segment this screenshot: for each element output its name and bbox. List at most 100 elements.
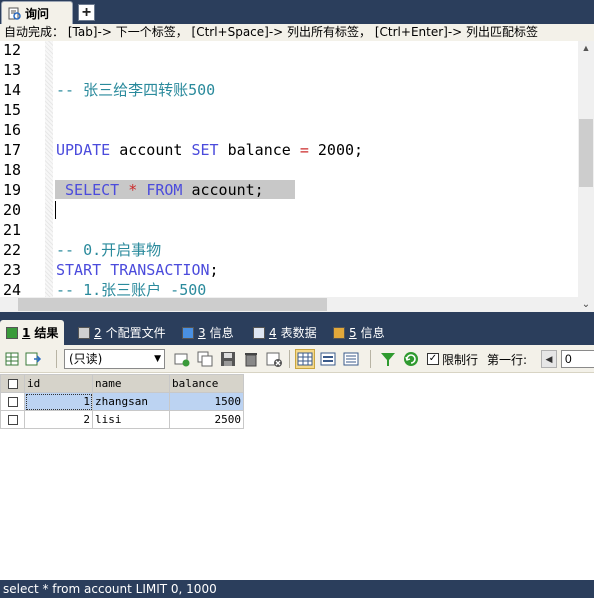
code-line: 17 UPDATE account SET balance = 2000; bbox=[0, 140, 578, 160]
line-number: 19 bbox=[3, 181, 22, 199]
editor-vertical-scrollbar[interactable]: ▲ bbox=[578, 41, 594, 297]
grid-header-row: id name balance bbox=[0, 374, 244, 393]
info-icon bbox=[182, 326, 194, 339]
select-all-checkbox[interactable] bbox=[7, 379, 18, 389]
cell-name[interactable]: zhangsan bbox=[92, 392, 170, 411]
table-data-icon bbox=[253, 326, 265, 339]
cell-balance[interactable]: 2500 bbox=[169, 410, 244, 429]
row-checkbox[interactable] bbox=[7, 397, 18, 407]
duplicate-row-icon[interactable] bbox=[196, 350, 214, 368]
scroll-down-icon[interactable]: ⌄ bbox=[578, 297, 594, 312]
code-text: START TRANSACTION; bbox=[56, 260, 219, 280]
result-tab-number: 5 bbox=[349, 325, 357, 340]
code-line: 24 -- 1.张三账户 -500 bbox=[0, 280, 578, 297]
delete-icon[interactable] bbox=[242, 350, 260, 368]
row-checkbox[interactable] bbox=[7, 415, 18, 425]
scroll-up-icon[interactable]: ▲ bbox=[578, 41, 594, 55]
cell-name[interactable]: lisi bbox=[92, 410, 170, 429]
add-query-tab-button[interactable]: + bbox=[78, 4, 95, 21]
line-number: 12 bbox=[3, 41, 22, 59]
code-line: 23 START TRANSACTION; bbox=[0, 260, 578, 280]
result-tab-number: 2 bbox=[94, 325, 102, 340]
status-bar: select * from account LIMIT 0, 1000 bbox=[0, 580, 594, 598]
horizontal-scroll-thumb[interactable] bbox=[18, 298, 327, 311]
table-row[interactable]: 1 zhangsan 1500 bbox=[0, 392, 244, 411]
line-number: 21 bbox=[3, 221, 22, 239]
code-line: 15 bbox=[0, 100, 578, 120]
readonly-select[interactable]: (只读) ▼ bbox=[64, 349, 165, 369]
row-select-cell[interactable] bbox=[0, 410, 25, 429]
code-text: SELECT * FROM account; bbox=[56, 180, 264, 200]
sql-operator: = bbox=[299, 141, 309, 159]
column-header-balance[interactable]: balance bbox=[169, 374, 244, 393]
query-icon bbox=[8, 7, 21, 20]
info-blocks-icon bbox=[333, 326, 345, 339]
line-number: 16 bbox=[3, 121, 22, 139]
chevron-down-icon: ▼ bbox=[154, 354, 161, 364]
sql-keyword: START bbox=[56, 261, 102, 279]
result-toolbar: (只读) ▼ ✓ 限制行 第一行: ◀ 0 bbox=[0, 345, 594, 373]
code-line: 22 -- 0.开启事物 bbox=[0, 240, 578, 260]
code-text: UPDATE account SET balance = 2000; bbox=[56, 140, 363, 160]
code-line: 21 bbox=[0, 220, 578, 240]
line-number: 20 bbox=[3, 201, 22, 219]
export-grid-icon[interactable] bbox=[4, 350, 22, 368]
grid-icon bbox=[6, 326, 18, 339]
vertical-scroll-thumb[interactable] bbox=[579, 119, 593, 187]
limit-rows-checkbox[interactable]: ✓ bbox=[427, 353, 439, 365]
sql-text: account bbox=[110, 141, 192, 159]
toolbar-separator bbox=[370, 350, 371, 368]
first-row-input[interactable]: 0 bbox=[561, 350, 594, 368]
result-tab-5[interactable]: 5 信息 bbox=[327, 320, 391, 345]
grid-view-icon[interactable] bbox=[295, 349, 315, 369]
sql-keyword: SELECT bbox=[65, 181, 120, 199]
line-number: 18 bbox=[3, 161, 22, 179]
row-select-cell[interactable] bbox=[0, 392, 25, 411]
table-row[interactable]: 2 lisi 2500 bbox=[0, 410, 244, 429]
cell-balance[interactable]: 1500 bbox=[169, 392, 244, 411]
line-number: 14 bbox=[3, 81, 22, 99]
result-tab-label: 信息 bbox=[360, 326, 385, 340]
result-tab-3[interactable]: 3 信息 bbox=[176, 320, 240, 345]
text-view-icon[interactable] bbox=[342, 350, 360, 368]
sql-operator: * bbox=[128, 181, 138, 199]
cancel-changes-icon[interactable] bbox=[265, 350, 283, 368]
result-tab-4[interactable]: 4 表数据 bbox=[247, 320, 323, 345]
result-tabs: 1 结果 2 个配置文件 3 信息 4 表数据 5 信息 bbox=[0, 317, 594, 345]
line-number: 17 bbox=[3, 141, 22, 159]
sql-editor[interactable]: 12 13 14 -- 张三给李四转账500 15 16 17 UPDATE account … bbox=[0, 41, 594, 297]
result-tab-number: 4 bbox=[269, 325, 277, 340]
select-all-cell[interactable] bbox=[0, 374, 25, 393]
sql-text: account; bbox=[182, 181, 264, 199]
scroll-corner: ⌄ bbox=[578, 297, 594, 312]
column-header-name[interactable]: name bbox=[92, 374, 170, 393]
line-number: 13 bbox=[3, 61, 22, 79]
cell-id[interactable]: 2 bbox=[24, 410, 93, 429]
form-view-icon[interactable] bbox=[319, 350, 337, 368]
query-tab[interactable]: 询问 bbox=[1, 1, 73, 24]
result-tab-label: 信息 bbox=[209, 326, 234, 340]
check-icon: ✓ bbox=[428, 353, 438, 364]
line-number: 22 bbox=[3, 241, 22, 259]
filter-icon[interactable] bbox=[379, 350, 397, 368]
code-line: 16 bbox=[0, 120, 578, 140]
chevron-left-icon: ◀ bbox=[545, 354, 553, 364]
result-tab-1[interactable]: 1 结果 bbox=[0, 320, 65, 345]
first-row-label: 第一行: bbox=[487, 353, 528, 367]
editor-horizontal-scrollbar[interactable] bbox=[0, 297, 578, 312]
sql-comment: -- 张三给李四转账500 bbox=[56, 81, 216, 99]
result-tab-2[interactable]: 2 个配置文件 bbox=[72, 320, 172, 345]
import-icon[interactable] bbox=[24, 350, 42, 368]
code-line: 12 bbox=[0, 41, 578, 60]
previous-page-button[interactable]: ◀ bbox=[541, 350, 557, 368]
result-grid: id name balance 1 zhangsan 1500 2 lisi 2… bbox=[0, 374, 244, 429]
save-icon[interactable] bbox=[219, 350, 237, 368]
cell-id[interactable]: 1 bbox=[24, 392, 93, 411]
refresh-icon[interactable] bbox=[402, 350, 420, 368]
insert-row-icon[interactable] bbox=[173, 350, 191, 368]
autocomplete-hint: 自动完成： [Tab]-> 下一个标签， [Ctrl+Space]-> 列出所有… bbox=[0, 24, 594, 41]
column-header-id[interactable]: id bbox=[24, 374, 93, 393]
